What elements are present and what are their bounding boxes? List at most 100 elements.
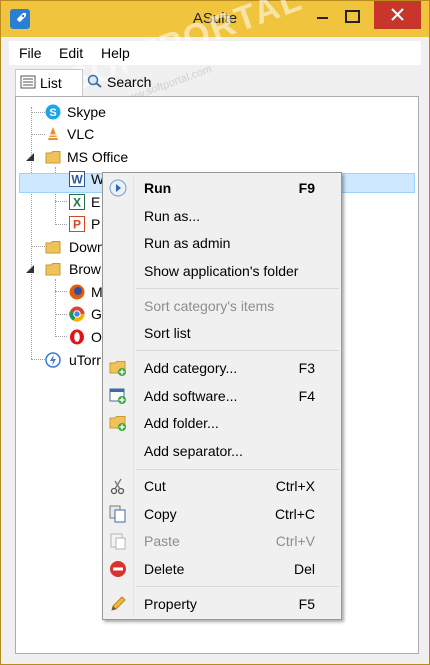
run-icon [109, 179, 127, 197]
copy-icon [109, 505, 126, 523]
app-window: ASuite SOFTPORTAL www.softportal.com Fil… [0, 0, 430, 665]
menu-item-copy[interactable]: Copy Ctrl+C [105, 501, 339, 527]
svg-text:X: X [73, 196, 81, 210]
add-software-icon [109, 388, 126, 404]
add-category-icon [109, 361, 126, 376]
menu-item-delete[interactable]: Delete Del [105, 556, 339, 582]
powerpoint-icon: P [69, 216, 85, 232]
delete-icon [110, 561, 126, 577]
menu-item-label: Sort list [144, 325, 191, 341]
context-menu: Run F9 Run as... Run as admin Show appli… [102, 172, 342, 620]
svg-text:P: P [73, 218, 81, 232]
tree-item-label: O [91, 329, 102, 345]
tab-bar: List Search [9, 67, 421, 96]
menu-separator [136, 288, 339, 289]
tree-item-label: MS Office [67, 149, 129, 165]
tree-item-label: uTorr [69, 352, 101, 368]
tree-line [55, 291, 67, 293]
tab-list[interactable]: List [15, 69, 83, 96]
tree-item-label: P [91, 216, 101, 232]
excel-icon: X [69, 194, 85, 210]
maximize-button[interactable] [333, 1, 373, 29]
menu-item-cut[interactable]: Cut Ctrl+X [105, 473, 339, 499]
menu-bar: File Edit Help [9, 41, 421, 65]
menu-separator [136, 350, 339, 351]
menu-item-shortcut: Ctrl+X [275, 478, 315, 494]
close-icon [391, 8, 404, 21]
menu-item-label: Add folder... [144, 415, 219, 431]
menu-item-shortcut: Ctrl+V [275, 533, 315, 549]
menu-item-label: Run [144, 180, 172, 196]
menu-item-run-as-admin[interactable]: Run as admin [105, 230, 339, 256]
menu-item-label: Cut [144, 478, 166, 494]
skype-icon: S [45, 104, 61, 120]
tree-item-label: VLC [67, 126, 95, 142]
tree-item-label: Skype [67, 104, 106, 120]
menu-help[interactable]: Help [101, 45, 130, 61]
list-icon [20, 75, 36, 89]
menu-item-label: Sort category's items [144, 298, 275, 314]
close-button[interactable] [374, 1, 421, 29]
word-icon: W [69, 171, 85, 187]
menu-item-sort-list[interactable]: Sort list [105, 320, 339, 346]
svg-text:S: S [49, 107, 56, 119]
tree-line [31, 107, 33, 359]
menu-separator [136, 469, 339, 470]
menu-item-add-category[interactable]: Add category... F3 [105, 355, 339, 381]
menu-item-shortcut: F4 [298, 388, 315, 404]
menu-item-label: Run as... [144, 208, 201, 224]
menu-item-shortcut: Del [293, 561, 315, 577]
tree-line [55, 201, 67, 203]
minimize-icon [317, 17, 328, 19]
opera-icon [70, 329, 84, 345]
collapse-arrow-icon [26, 265, 34, 273]
menu-item-property[interactable]: Property F5 [105, 591, 339, 617]
menu-item-label: Property [144, 596, 197, 612]
paste-icon [110, 533, 126, 550]
menu-item-show-folder[interactable]: Show application's folder [105, 258, 339, 284]
folder-icon [45, 241, 61, 254]
menu-item-run[interactable]: Run F9 [105, 175, 339, 201]
add-folder-icon [109, 416, 126, 431]
menu-separator [136, 586, 339, 587]
tree-item-label: E [91, 194, 101, 210]
tree-item-label: Down [69, 239, 105, 255]
menu-item-sort-category[interactable]: Sort category's items [105, 293, 339, 319]
tree-line [31, 359, 45, 361]
tree-line [31, 246, 45, 248]
property-icon [111, 596, 126, 611]
menu-item-label: Delete [144, 561, 185, 577]
collapse-arrow-icon [26, 153, 34, 161]
menu-item-add-folder[interactable]: Add folder... [105, 410, 339, 436]
menu-item-shortcut: F3 [298, 360, 315, 376]
search-icon [87, 74, 102, 88]
vlc-icon [48, 127, 58, 140]
tree-line [55, 224, 67, 226]
menu-item-run-as[interactable]: Run as... [105, 203, 339, 229]
menu-item-shortcut: F9 [298, 180, 315, 196]
menu-item-shortcut: Ctrl+C [274, 506, 315, 522]
menu-item-label: Run as admin [144, 235, 231, 251]
tree-item-label: Brow [69, 261, 101, 277]
folder-icon [45, 151, 61, 164]
tab-search-label: Search [107, 74, 152, 90]
chrome-icon [69, 306, 85, 322]
menu-item-add-software[interactable]: Add software... F4 [105, 383, 339, 409]
menu-item-label: Paste [144, 533, 180, 549]
tab-search[interactable]: Search [83, 69, 163, 95]
menu-item-add-separator[interactable]: Add separator... [105, 438, 339, 464]
tree-line [31, 134, 45, 136]
menu-edit[interactable]: Edit [59, 45, 83, 61]
tree-line [31, 112, 45, 114]
menu-item-paste[interactable]: Paste Ctrl+V [105, 528, 339, 554]
firefox-icon [69, 284, 85, 300]
tree-line [55, 336, 67, 338]
menu-item-label: Add separator... [144, 443, 243, 459]
utorrent-icon [45, 352, 61, 368]
menu-item-label: Copy [144, 506, 177, 522]
menu-item-shortcut: F5 [298, 596, 315, 612]
cut-icon [110, 478, 125, 495]
tree-item-label: G [91, 306, 102, 322]
tab-list-label: List [40, 75, 62, 91]
menu-file[interactable]: File [19, 45, 42, 61]
